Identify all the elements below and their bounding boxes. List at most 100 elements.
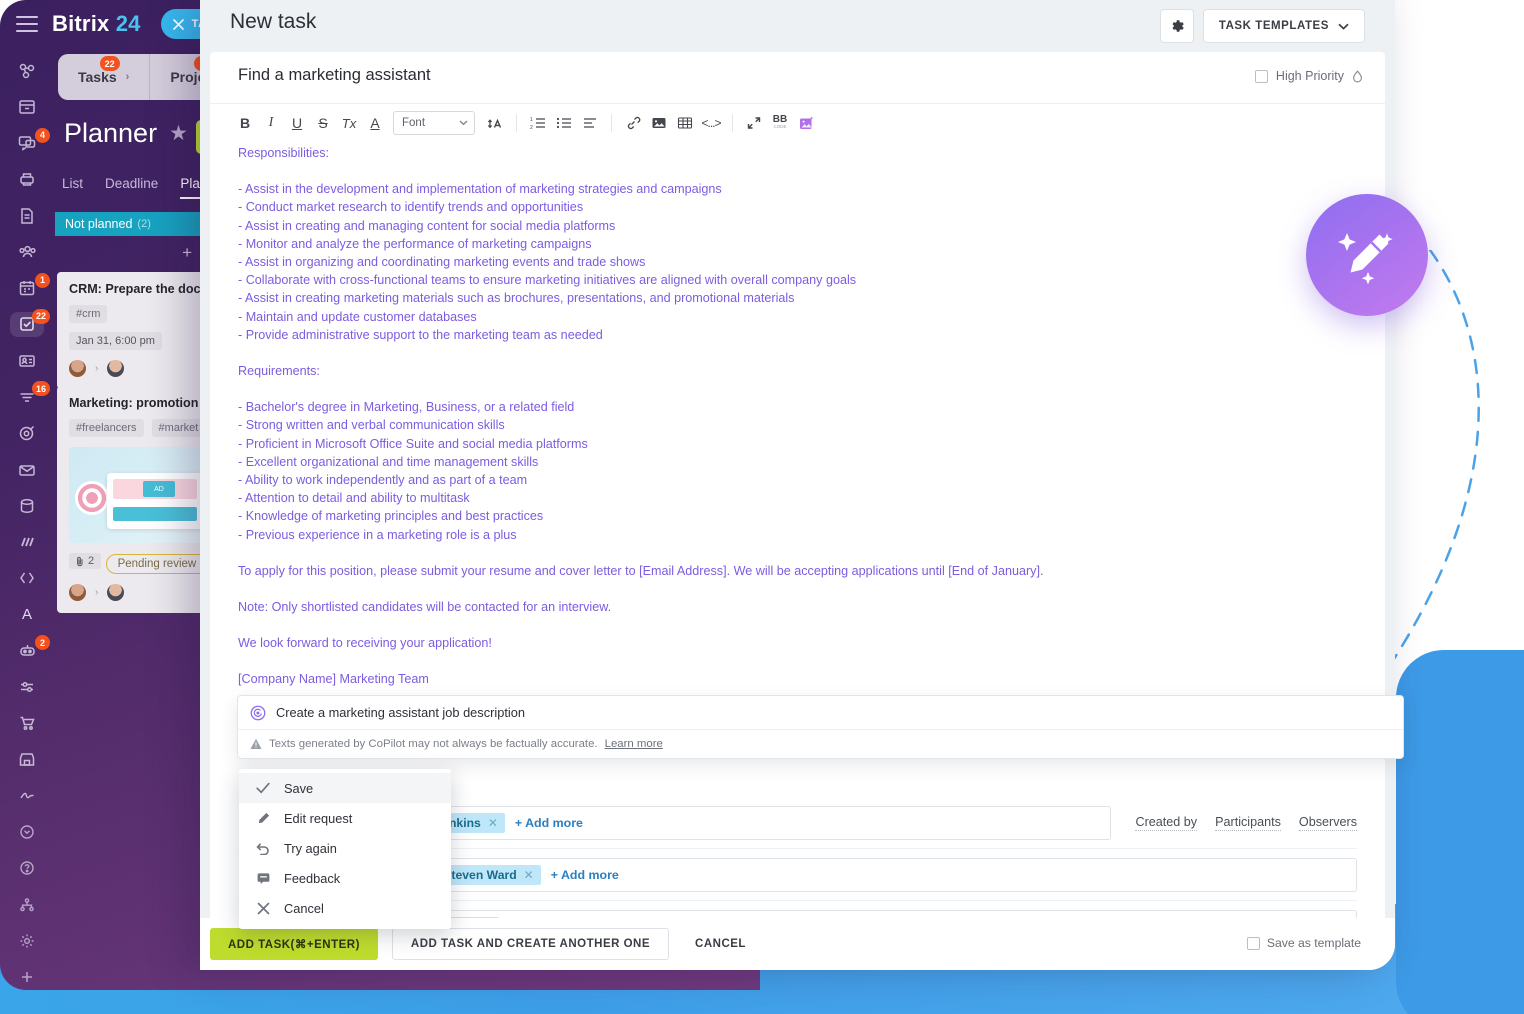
copilot-floating-badge[interactable] [1306,194,1428,316]
menu-item-edit-request[interactable]: Edit request [239,803,451,833]
sidebar-item-signature[interactable] [10,783,44,808]
link-button[interactable] [620,110,646,136]
badge-bot: 2 [35,635,50,650]
view-tab-list[interactable]: List [62,176,83,199]
menu-item-try-again[interactable]: Try again [239,833,451,863]
sidebar-item-feed[interactable] [10,58,44,83]
menu-item-feedback-label: Feedback [284,871,340,886]
copilot-prompt-row[interactable]: Create a marketing assistant job descrip… [238,696,1403,729]
underline-button[interactable]: U [284,110,310,136]
avatar[interactable] [107,360,124,377]
text-color-button[interactable]: A [362,110,388,136]
nav-tab-tasks[interactable]: 22 Tasks › [58,54,149,100]
tab-created-by[interactable]: Created by [1135,815,1197,831]
sidebar-item-sites[interactable]: A [10,602,44,627]
sidebar-item-company[interactable] [10,239,44,264]
menu-item-edit-request-label: Edit request [284,811,352,826]
task-name-input[interactable]: Find a marketing assistant [238,66,431,85]
sidebar-item-bot[interactable]: 2 [10,638,44,663]
add-more-link[interactable]: + Add more [515,816,583,830]
paragraph-gap [238,580,1357,598]
sidebar-item-shop[interactable] [10,711,44,736]
sidebar-item-news[interactable] [10,94,44,119]
tab-observers[interactable]: Observers [1299,815,1357,831]
nav-badge-tasks: 22 [100,56,120,71]
sidebar-item-mail[interactable] [10,457,44,482]
bitrix-logo[interactable]: Bitrix 24 [52,11,141,37]
learn-more-link[interactable]: Learn more [605,738,663,750]
add-task-button[interactable]: ADD TASK(⌘+ENTER) [210,928,378,960]
sidebar-item-developer[interactable] [10,566,44,591]
menu-item-save[interactable]: Save [239,773,451,803]
font-size-button[interactable] [482,110,508,136]
ordered-list-button[interactable]: 12 [525,110,551,136]
high-priority-checkbox[interactable] [1255,70,1268,83]
add-more-link[interactable]: + Add more [551,868,619,882]
sidebar-item-crm[interactable] [10,348,44,373]
card-title: CRM: Prepare the docume [69,282,220,296]
menu-item-feedback[interactable]: Feedback [239,863,451,893]
font-select[interactable]: Font [393,111,475,135]
cancel-button[interactable]: CANCEL [681,928,760,960]
sidebar-item-more[interactable] [10,820,44,845]
bold-button[interactable]: B [232,110,258,136]
network-icon [18,62,36,80]
avatar[interactable] [69,360,86,377]
sidebar-item-market[interactable] [10,747,44,772]
sidebar-item-sitemap[interactable] [10,892,44,917]
sidebar-item-documents[interactable] [10,203,44,228]
responsible-person-input[interactable]: Damian Jenkins ✕ + Add more [370,806,1111,840]
check-icon [256,782,270,794]
strikethrough-button[interactable]: S [310,110,336,136]
image-button[interactable] [646,110,672,136]
italic-button[interactable]: I [258,110,284,136]
save-as-template-checkbox[interactable] [1247,937,1260,950]
view-tab-deadline[interactable]: Deadline [105,176,158,199]
fullscreen-button[interactable] [741,110,767,136]
sidebar-item-automation[interactable] [10,675,44,700]
remove-chip-icon[interactable]: ✕ [524,868,534,882]
task-templates-button[interactable]: TASK TEMPLATES [1203,9,1365,43]
thumb-ad-label: AD [143,481,175,497]
sidebar-item-storage[interactable] [10,493,44,518]
sidebar-item-marketing[interactable] [10,421,44,446]
person-chip[interactable]: Steven Ward ✕ [436,865,540,885]
copilot-insert-button[interactable] [793,110,819,136]
inline-code-button[interactable]: <...> [698,110,724,136]
align-button[interactable] [577,110,603,136]
table-button[interactable] [672,110,698,136]
paragraph-gap [238,162,1357,180]
sidebar-item-feed-filter[interactable]: 16 [10,384,44,409]
sidebar-item-chat[interactable]: 4 [10,131,44,156]
remove-chip-icon[interactable]: ✕ [488,816,498,830]
card-thumbnail: AD [69,447,217,543]
sidebar-item-calendar[interactable]: 1 [10,276,44,301]
sidebar-item-settings[interactable] [10,928,44,953]
bbcode-button[interactable]: BB CODE [767,110,793,136]
menu-toggle-icon[interactable] [16,16,38,32]
add-task-and-create-another-button[interactable]: ADD TASK AND CREATE ANOTHER ONE [392,928,669,960]
high-priority-toggle[interactable]: High Priority [1255,69,1363,83]
card-tag[interactable]: #freelancers [69,419,144,437]
clear-format-button[interactable]: Tx [336,110,362,136]
sidebar-item-help[interactable] [10,856,44,881]
menu-item-cancel[interactable]: Cancel [239,893,451,923]
card-tag[interactable]: #crm [69,305,107,323]
tab-participants[interactable]: Participants [1215,815,1281,831]
save-as-template-toggle[interactable]: Save as template [1247,936,1361,950]
description-line: [Company Name] Marketing Team [238,670,1357,688]
card-tag[interactable]: #market [152,419,206,437]
task-description-editor[interactable]: Responsibilities:- Assist in the develop… [210,144,1385,689]
add-task-plus-icon[interactable]: + [182,243,192,263]
participants-input[interactable]: ds ✕ Steven Ward ✕ + Add more [370,858,1357,892]
sidebar-item-add[interactable] [10,965,44,990]
favorite-star-icon[interactable]: ★ [169,121,188,146]
badge-tasks: 22 [32,309,50,324]
settings-button[interactable] [1160,9,1194,43]
avatar[interactable] [107,584,124,601]
avatar[interactable] [69,584,86,601]
bullet-list-button[interactable] [551,110,577,136]
sidebar-item-drive[interactable] [10,167,44,192]
sidebar-item-tasks[interactable]: 22 [10,312,44,337]
sidebar-item-analytics[interactable] [10,529,44,554]
